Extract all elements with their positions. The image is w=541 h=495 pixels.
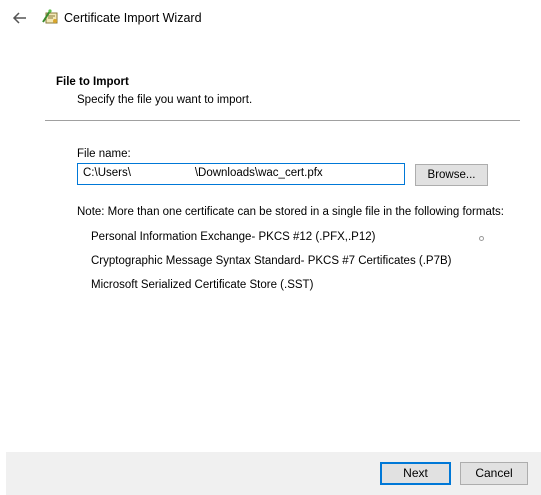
cursor-dot — [479, 236, 484, 241]
file-name-input[interactable]: C:\Users\ \Downloads\wac_cert.pfx — [77, 163, 405, 185]
format-pfx: Personal Information Exchange- PKCS #12 … — [91, 231, 376, 243]
format-p7b: Cryptographic Message Syntax Standard- P… — [91, 255, 452, 267]
format-sst: Microsoft Serialized Certificate Store (… — [91, 279, 314, 291]
file-name-label: File name: — [77, 148, 131, 160]
header-divider — [45, 120, 520, 121]
formats-note: Note: More than one certificate can be s… — [77, 206, 505, 218]
back-arrow-icon[interactable] — [10, 8, 30, 28]
title-bar: Certificate Import Wizard — [0, 0, 541, 36]
cancel-button[interactable]: Cancel — [460, 462, 528, 485]
page-subheading: Specify the file you want to import. — [77, 94, 253, 106]
browse-button[interactable]: Browse... — [415, 164, 488, 186]
certificate-wizard-icon — [42, 8, 60, 26]
window-title: Certificate Import Wizard — [64, 11, 202, 25]
page-heading: File to Import — [56, 76, 129, 88]
next-button[interactable]: Next — [380, 462, 451, 485]
